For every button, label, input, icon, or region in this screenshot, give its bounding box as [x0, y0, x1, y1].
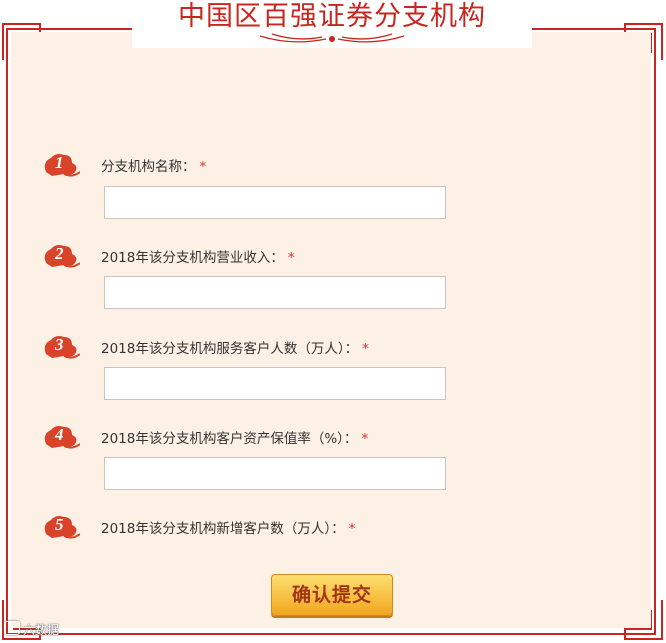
branch-name-input[interactable]	[104, 186, 446, 219]
badge-number: 4	[55, 425, 64, 444]
required-mark: *	[361, 431, 369, 447]
required-mark: *	[348, 521, 356, 537]
required-mark: *	[362, 341, 369, 357]
revenue-input[interactable]	[104, 276, 446, 309]
form-panel	[11, 32, 651, 628]
badge-number: 5	[55, 515, 64, 534]
question-label: 2018年该分支机构服务客户人数（万人）： *	[101, 341, 369, 357]
title-ornament-icon	[259, 33, 405, 43]
question-label: 2018年该分支机构新增客户数（万人）： *	[101, 521, 356, 537]
required-mark: *	[287, 250, 295, 266]
required-mark: *	[199, 159, 207, 175]
title-block: 中国区百强证券分支机构	[132, 0, 532, 48]
badge-number: 3	[55, 335, 64, 354]
page-title: 中国区百强证券分支机构	[178, 1, 486, 32]
watermark: 六数据	[4, 621, 59, 638]
question-label: 2018年该分支机构客户资产保值率（%）： *	[101, 431, 369, 447]
watermark-logo-icon	[4, 621, 20, 635]
submit-button[interactable]: 确认提交	[271, 574, 393, 616]
badge-number: 1	[55, 153, 64, 172]
customers-served-input[interactable]	[104, 367, 446, 400]
asset-preservation-input[interactable]	[104, 457, 446, 490]
question-label: 2018年该分支机构营业收入： *	[101, 250, 295, 266]
badge-number: 2	[55, 244, 64, 263]
question-label: 分支机构名称： *	[101, 159, 207, 175]
